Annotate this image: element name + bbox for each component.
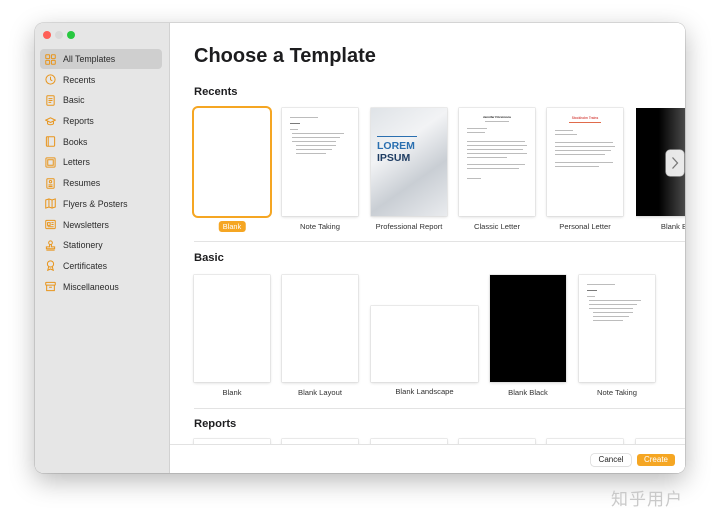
letter-header-name: Stockholm Trains — [571, 116, 599, 120]
sidebar-item-label: Newsletters — [63, 219, 109, 230]
book-icon — [45, 136, 56, 148]
page-title: Choose a Template — [194, 45, 376, 67]
sidebar-item-certificates[interactable]: Certificates — [40, 256, 162, 276]
sidebar-list: All Templates Recents Basic Reports Book… — [40, 49, 162, 297]
template-label: Blank — [218, 221, 246, 232]
sidebar-item-label: Reports — [63, 116, 94, 127]
section-title-reports: Reports — [194, 418, 237, 430]
watermark-text: 知乎用户 — [611, 490, 683, 510]
box-icon — [45, 281, 56, 292]
sidebar-item-label: Basic — [63, 95, 85, 106]
sidebar-item-resumes[interactable]: Resumes — [40, 173, 162, 193]
close-window-button[interactable] — [43, 31, 51, 39]
sidebar-item-miscellaneous[interactable]: Miscellaneous — [40, 277, 162, 297]
template-blank-recent[interactable]: Blank — [194, 108, 270, 233]
template-label: Professional Report — [375, 222, 443, 231]
sidebar-item-all-templates[interactable]: All Templates — [40, 49, 162, 69]
sidebar-item-label: Recents — [63, 74, 96, 85]
document-icon — [46, 95, 55, 106]
section-title-recents: Recents — [194, 86, 238, 98]
cancel-button[interactable]: Cancel — [591, 454, 631, 466]
template-chooser-window: All Templates Recents Basic Reports Book… — [35, 23, 685, 473]
template-classic-letter-recent[interactable]: Jennifer Fitzsimons Classic Letter — [459, 108, 535, 233]
stamp-icon — [45, 240, 56, 251]
template-thumbnail — [579, 275, 655, 382]
sidebar-item-basic[interactable]: Basic — [40, 90, 162, 110]
dialog-footer: Cancel Create — [170, 444, 685, 473]
template-personal-letter-recent[interactable]: Stockholm Trains Personal Letter — [547, 108, 623, 233]
letter-icon — [45, 157, 56, 168]
flyer-icon — [45, 198, 56, 210]
sidebar-item-flyers-posters[interactable]: Flyers & Posters — [40, 194, 162, 214]
sidebar-item-label: Stationery — [63, 240, 103, 251]
template-blank-layout[interactable]: Blank Layout — [282, 275, 358, 400]
minimize-window-button[interactable] — [55, 31, 63, 39]
template-note-taking-recent[interactable]: Note Taking — [282, 108, 358, 233]
zoom-window-button[interactable] — [67, 31, 75, 39]
sidebar-item-label: Certificates — [63, 260, 107, 271]
create-button[interactable]: Create — [637, 454, 675, 466]
template-label: Note Taking — [597, 388, 637, 397]
template-label: Blank Layout — [298, 388, 342, 397]
template-blank-black[interactable]: Blank Black — [490, 275, 566, 400]
newsletter-icon — [45, 219, 56, 230]
template-label: Blank B — [660, 222, 685, 231]
template-thumbnail: LOREM IPSUM — [371, 108, 447, 216]
letter-header-name: Jennifer Fitzsimons — [482, 115, 512, 119]
template-label: Blank — [222, 388, 242, 397]
template-thumbnail — [282, 108, 358, 216]
template-label: Classic Letter — [473, 222, 520, 231]
cover-text-lorem: LOREM — [377, 140, 415, 152]
chevron-right-icon — [672, 157, 679, 169]
template-gallery: Choose a Template Recents Blank Note Tak… — [170, 23, 685, 473]
template-professional-report-recent[interactable]: LOREM IPSUM Professional Report — [371, 108, 447, 233]
section-divider — [194, 241, 685, 242]
scroll-right-button[interactable] — [666, 150, 684, 176]
template-thumbnail — [490, 275, 566, 382]
template-label: Blank Black — [508, 388, 548, 397]
sidebar: All Templates Recents Basic Reports Book… — [35, 23, 170, 473]
template-label: Note Taking — [300, 222, 340, 231]
clock-icon — [45, 74, 56, 85]
sidebar-item-newsletters[interactable]: Newsletters — [40, 215, 162, 235]
template-blank[interactable]: Blank — [194, 275, 270, 400]
cover-text-ipsum: IPSUM — [377, 152, 411, 164]
resume-icon — [46, 177, 55, 189]
sidebar-item-books[interactable]: Books — [40, 132, 162, 152]
sidebar-item-label: Books — [63, 136, 88, 147]
sidebar-item-label: Letters — [63, 157, 90, 168]
sidebar-item-reports[interactable]: Reports — [40, 111, 162, 131]
section-title-basic: Basic — [194, 252, 224, 264]
template-thumbnail: Jennifer Fitzsimons — [459, 108, 535, 216]
template-thumbnail — [194, 275, 270, 382]
sidebar-item-recents[interactable]: Recents — [40, 70, 162, 90]
ribbon-icon — [46, 260, 55, 272]
template-thumbnail — [282, 275, 358, 382]
template-thumbnail: Stockholm Trains — [547, 108, 623, 216]
sidebar-item-label: All Templates — [63, 54, 116, 64]
sidebar-item-label: Miscellaneous — [63, 281, 119, 292]
template-label: Blank Landscape — [395, 387, 454, 396]
grid-icon — [45, 53, 56, 65]
sidebar-item-letters[interactable]: Letters — [40, 152, 162, 172]
graduation-cap-icon — [45, 116, 56, 125]
template-label: Personal Letter — [559, 222, 611, 231]
sidebar-item-label: Resumes — [63, 178, 101, 189]
section-divider — [194, 408, 685, 409]
sidebar-item-stationery[interactable]: Stationery — [40, 235, 162, 255]
template-blank-landscape[interactable]: Blank Landscape — [371, 275, 478, 400]
template-thumbnail — [371, 306, 478, 382]
sidebar-item-label: Flyers & Posters — [63, 198, 128, 209]
template-thumbnail — [194, 108, 270, 216]
template-note-taking[interactable]: Note Taking — [579, 275, 655, 400]
